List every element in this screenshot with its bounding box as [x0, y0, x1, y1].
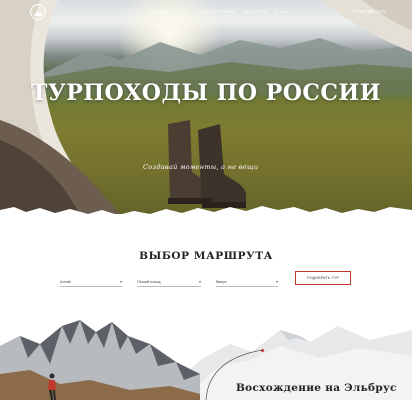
route-selector-title: ВЫБОР МАРШРУТА [139, 250, 273, 262]
route-marker [261, 349, 264, 352]
hero-section: Главная Туры О путешествиях Контакты О н… [0, 0, 412, 214]
nav-link-about-trips[interactable]: О путешествиях [198, 10, 236, 14]
hero-tagline: Создавай моменты, а не вещи [143, 163, 259, 171]
torn-paper-divider [0, 206, 412, 224]
climber-figure [48, 373, 56, 400]
tent-flap-right [322, 0, 412, 52]
hiking-boots [168, 120, 246, 208]
find-tour-button-label: ПОДОБРАТЬ ТУР [306, 276, 340, 280]
elbrus-title: Восхождение на Эльбрус [236, 382, 397, 394]
find-tour-button[interactable]: ПОДОБРАТЬ ТУР [295, 271, 351, 285]
difficulty-select-value: Вверх [216, 279, 227, 284]
phone-number[interactable]: +7 (916) 961-2173 [351, 9, 386, 14]
nav-link-tours[interactable]: Туры [178, 10, 189, 14]
nav-link-contacts[interactable]: Контакты [245, 10, 267, 14]
logo[interactable] [30, 4, 46, 20]
nav-link-about-us[interactable]: О нас [275, 10, 288, 14]
chevron-down-icon: ▾ [275, 279, 278, 284]
tour-type-select-value: Пеший поход [137, 279, 161, 284]
tour-type-select[interactable]: Пеший поход ▾ [137, 277, 201, 287]
chevron-down-icon: ▾ [198, 279, 201, 284]
chevron-down-icon: ▾ [119, 279, 122, 284]
region-select-value: Алтай [60, 279, 71, 284]
hero-title: ТУРПОХОДЫ ПО РОССИИ [31, 80, 381, 106]
tent-flap-left [0, 0, 120, 214]
nav-link-home[interactable]: Главная [150, 10, 169, 14]
region-select[interactable]: Алтай ▾ [60, 277, 122, 287]
mountain-logo-icon [33, 10, 43, 16]
difficulty-select[interactable]: Вверх ▾ [216, 277, 278, 287]
rocky-peak-left [0, 320, 200, 400]
main-nav: Главная Туры О путешествиях Контакты О н… [150, 10, 288, 14]
